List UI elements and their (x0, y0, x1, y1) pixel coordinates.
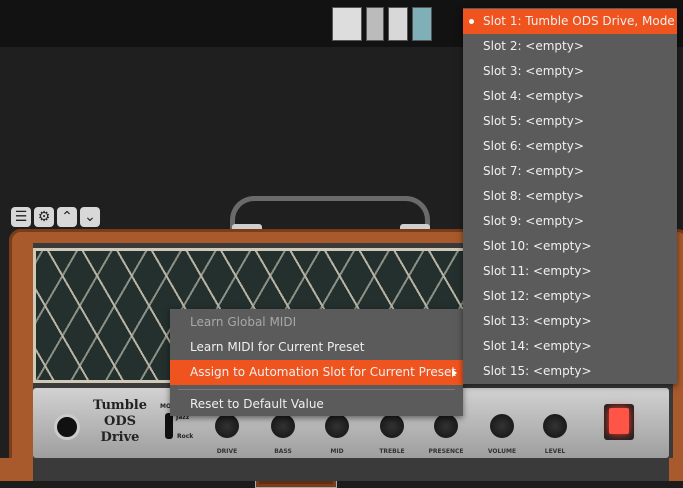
power-switch[interactable] (604, 404, 634, 440)
volume-label: VOLUME (487, 448, 517, 455)
pedal-thumbnail-2[interactable] (388, 7, 408, 41)
bass-knob[interactable] (271, 414, 295, 438)
cabinet-thumbnail[interactable] (332, 7, 362, 41)
presence-knob[interactable] (434, 414, 458, 438)
menu-item-learn-global-midi: Learn Global MIDI (190, 315, 297, 329)
slot-label: Slot 1: Tumble ODS Drive, Mode (483, 14, 675, 28)
chevron-up-icon[interactable]: ⌃ (57, 207, 77, 227)
slot-item-14[interactable]: Slot 14: <empty> (463, 334, 677, 359)
menu-item-reset-default[interactable]: Reset to Default Value (170, 392, 463, 417)
treble-knob[interactable] (380, 414, 404, 438)
chevron-down-icon[interactable]: ⌄ (80, 207, 100, 227)
drive-knob[interactable] (215, 414, 239, 438)
amp-bottom-inner (33, 458, 669, 481)
presence-label: PRESENCE (428, 448, 464, 455)
menu-item-learn-midi-preset[interactable]: Learn MIDI for Current Preset (170, 335, 463, 360)
drive-label: DRIVE (216, 448, 238, 455)
menu-item-assign-automation-slot[interactable]: Assign to Automation Slot for Current Pr… (170, 360, 463, 385)
submenu-arrow-icon (452, 369, 457, 377)
bass-label: BASS (274, 448, 292, 455)
slot-item-7[interactable]: Slot 7: <empty> (463, 159, 677, 184)
mid-label: MID (330, 448, 344, 455)
signal-chain-thumbnails (246, 7, 432, 488)
pedal-thumbnail-1[interactable] (366, 7, 384, 41)
slot-item-11[interactable]: Slot 11: <empty> (463, 259, 677, 284)
slot-item-13[interactable]: Slot 13: <empty> (463, 309, 677, 334)
volume-knob[interactable] (490, 414, 514, 438)
treble-label: TREBLE (379, 448, 405, 455)
input-jack (54, 414, 80, 440)
slot-item-12[interactable]: Slot 12: <empty> (463, 284, 677, 309)
gear-icon[interactable]: ⚙ (34, 207, 54, 227)
menu-item-assign-label: Assign to Automation Slot for Current Pr… (190, 365, 457, 379)
context-menu: Learn Global MIDI Learn MIDI for Current… (170, 309, 463, 416)
slot-item-4[interactable]: Slot 4: <empty> (463, 84, 677, 109)
slot-item-1[interactable]: Slot 1: Tumble ODS Drive, Mode (463, 9, 677, 34)
pedal-thumbnail-3[interactable] (412, 7, 432, 41)
menu-separator (178, 389, 455, 390)
slot-item-3[interactable]: Slot 3: <empty> (463, 59, 677, 84)
mode-option-rock: Rock (177, 433, 194, 440)
amp-name: Tumble ODS Drive (93, 398, 147, 445)
level-knob[interactable] (543, 414, 567, 438)
slot-item-8[interactable]: Slot 8: <empty> (463, 184, 677, 209)
slot-item-6[interactable]: Slot 6: <empty> (463, 134, 677, 159)
slot-item-15[interactable]: Slot 15: <empty> (463, 359, 677, 384)
slot-item-2[interactable]: Slot 2: <empty> (463, 34, 677, 59)
mid-knob[interactable] (325, 414, 349, 438)
automation-slot-submenu: Slot 1: Tumble ODS Drive, Mode Slot 2: <… (463, 8, 677, 384)
slot-item-10[interactable]: Slot 10: <empty> (463, 234, 677, 259)
slot-item-9[interactable]: Slot 9: <empty> (463, 209, 677, 234)
selected-bullet-icon (469, 19, 474, 24)
amp-toolbar: ☰ ⚙ ⌃ ⌄ (11, 207, 100, 227)
level-label: LEVEL (544, 448, 566, 455)
slot-item-5[interactable]: Slot 5: <empty> (463, 109, 677, 134)
menu-icon[interactable]: ☰ (11, 207, 31, 227)
